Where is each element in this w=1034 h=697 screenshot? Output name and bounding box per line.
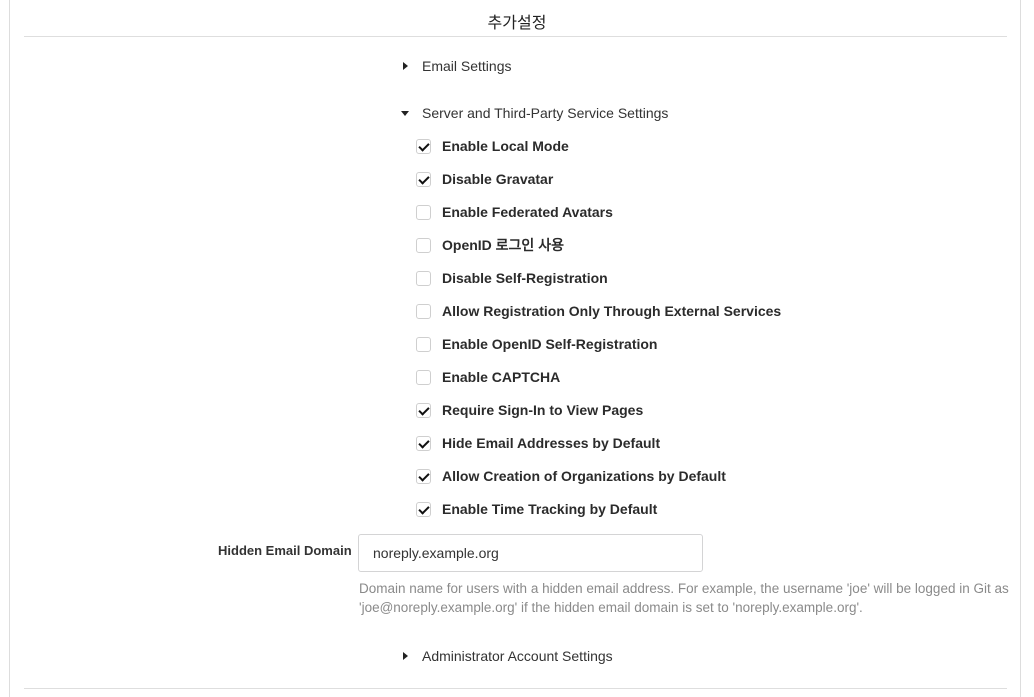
checkbox-disable-self-registration[interactable] [416, 270, 431, 286]
email-settings-toggle[interactable]: Email Settings [401, 58, 511, 74]
checkbox-hide-email[interactable] [416, 435, 431, 451]
option-label: Enable Time Tracking by Default [442, 501, 658, 517]
caret-right-icon [401, 61, 411, 71]
option-label: Enable Local Mode [442, 138, 569, 154]
checkbox-openid-login[interactable] [416, 237, 431, 253]
option-time-tracking[interactable]: Enable Time Tracking by Default [416, 499, 657, 519]
option-openid-login[interactable]: OpenID 로그인 사용 [416, 235, 564, 255]
option-disable-gravatar[interactable]: Disable Gravatar [416, 169, 553, 189]
email-settings-label: Email Settings [422, 58, 512, 74]
option-label: Allow Registration Only Through External… [442, 303, 782, 319]
checkbox-time-tracking[interactable] [416, 501, 431, 517]
option-require-signin[interactable]: Require Sign-In to View Pages [416, 400, 643, 420]
checkbox-enable-local-mode[interactable] [416, 138, 431, 154]
option-label: Enable Federated Avatars [442, 204, 613, 220]
option-external-registration-only[interactable]: Allow Registration Only Through External… [416, 301, 781, 321]
title-divider [24, 36, 1007, 37]
option-enable-federated-avatars[interactable]: Enable Federated Avatars [416, 202, 613, 222]
option-label: Disable Self-Registration [442, 270, 608, 286]
hidden-email-domain-help: Domain name for users with a hidden emai… [359, 581, 1009, 615]
option-label: Enable OpenID Self-Registration [442, 336, 658, 352]
option-label: Allow Creation of Organizations by Defau… [442, 468, 726, 484]
option-hide-email[interactable]: Hide Email Addresses by Default [416, 433, 660, 453]
option-allow-org-creation[interactable]: Allow Creation of Organizations by Defau… [416, 466, 726, 486]
option-label: Enable CAPTCHA [442, 369, 561, 385]
option-label: Disable Gravatar [442, 171, 554, 187]
option-enable-local-mode[interactable]: Enable Local Mode [416, 136, 569, 156]
checkbox-allow-org-creation[interactable] [416, 468, 431, 484]
checkbox-require-signin[interactable] [416, 402, 431, 418]
admin-settings-label: Administrator Account Settings [422, 648, 613, 664]
checkbox-external-registration-only[interactable] [416, 303, 431, 319]
server-settings-label: Server and Third-Party Service Settings [422, 105, 669, 121]
bottom-divider [24, 688, 1007, 689]
checkbox-openid-self-registration[interactable] [416, 336, 431, 352]
server-settings-toggle[interactable]: Server and Third-Party Service Settings [401, 105, 668, 121]
checkbox-enable-federated-avatars[interactable] [416, 204, 431, 220]
option-disable-self-registration[interactable]: Disable Self-Registration [416, 268, 608, 288]
checkbox-enable-captcha[interactable] [416, 369, 431, 385]
hidden-email-domain-input[interactable] [358, 534, 703, 572]
hidden-email-domain-label: Hidden Email Domain [218, 543, 352, 558]
option-label: Require Sign-In to View Pages [442, 402, 644, 418]
option-label: Hide Email Addresses by Default [442, 435, 661, 451]
option-label: OpenID 로그인 사용 [442, 237, 564, 253]
page-title: 추가설정 [487, 15, 547, 32]
option-enable-captcha[interactable]: Enable CAPTCHA [416, 367, 560, 387]
admin-settings-toggle[interactable]: Administrator Account Settings [401, 648, 613, 664]
caret-down-icon [401, 108, 411, 118]
caret-right-icon [401, 651, 411, 661]
checkbox-disable-gravatar[interactable] [416, 171, 431, 187]
option-openid-self-registration[interactable]: Enable OpenID Self-Registration [416, 334, 657, 354]
